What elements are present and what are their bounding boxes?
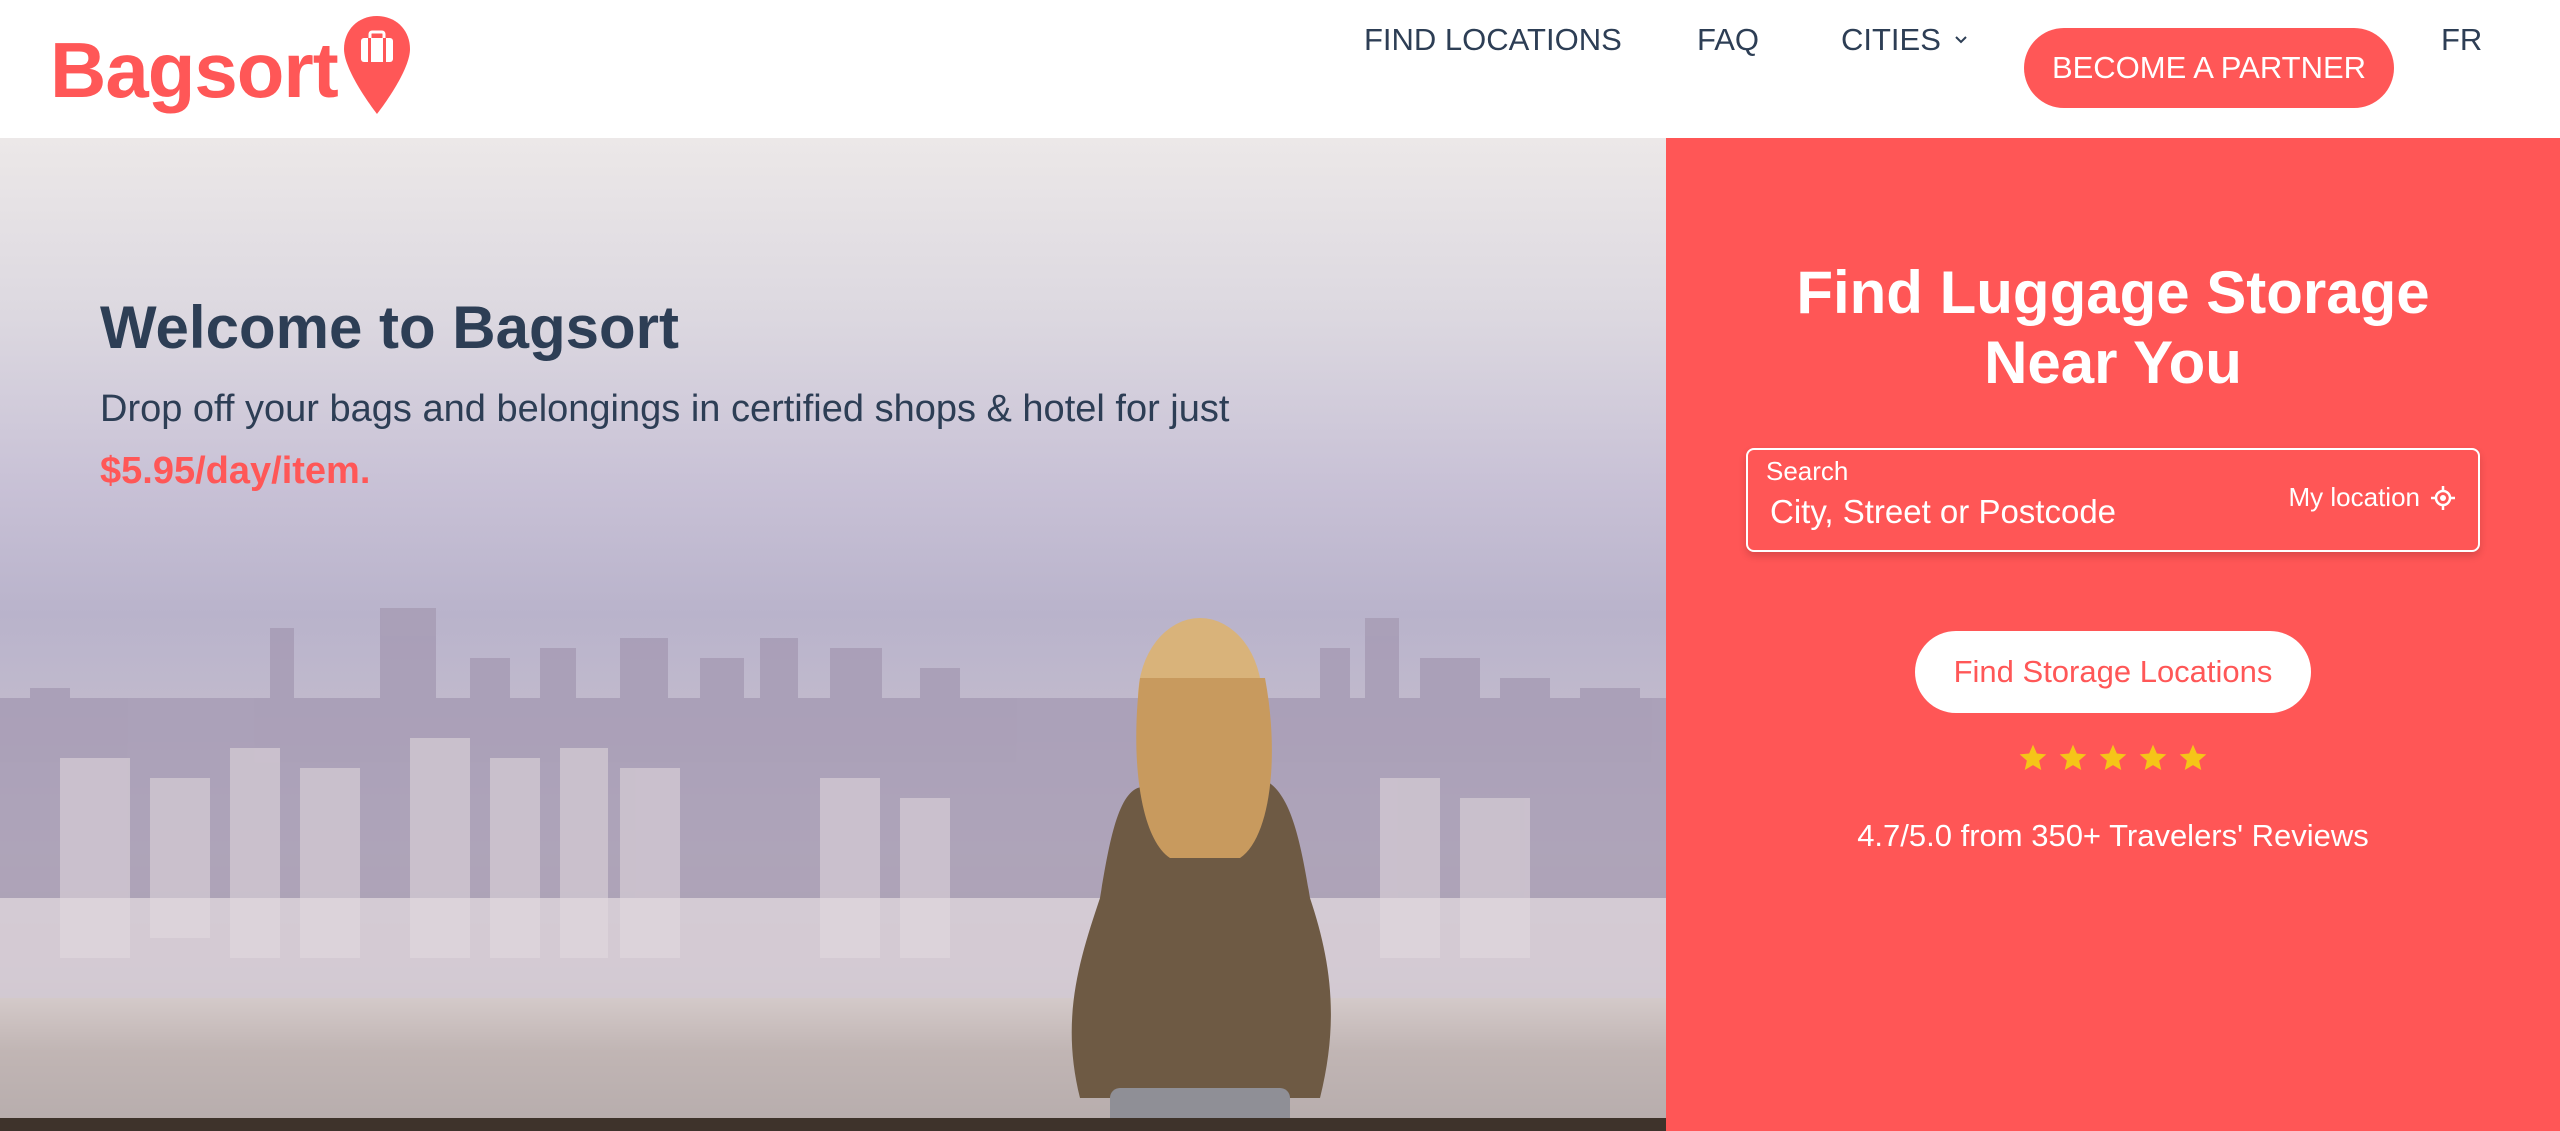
site-header: Bagsort FIND LOCATIONS FAQ CITIES BECOME… [0,0,2560,138]
star-icon [2059,744,2087,770]
search-panel-title: Find Luggage Storage Near You [1666,258,2560,398]
rating-text: 4.7/5.0 from 350+ Travelers' Reviews [1857,818,2369,853]
hero-subtitle: Drop off your bags and belongings in cer… [100,388,1230,430]
search-box[interactable]: Search My location [1746,448,2480,552]
hero-price: $5.95/day/item. [100,450,371,492]
find-storage-button[interactable]: Find Storage Locations [1915,631,2311,713]
brand-logo[interactable]: Bagsort [50,14,412,124]
nav-cities-dropdown[interactable]: CITIES [1841,20,1969,60]
person-figure [1071,618,1331,1128]
brand-name: Bagsort [50,26,339,114]
nav-find-locations[interactable]: FIND LOCATIONS [1364,20,1622,60]
rating-stars [1666,742,2560,774]
nav-faq[interactable]: FAQ [1697,20,1759,60]
language-switch[interactable]: FR [2441,20,2482,60]
nav-cities-label: CITIES [1841,22,1941,57]
search-input[interactable] [1770,488,2250,536]
star-icon [2019,744,2047,770]
hero-background-image [0,608,1666,1131]
crosshair-location-icon [2431,485,2455,510]
hero-title: Welcome to Bagsort [100,294,679,361]
star-icon [2099,744,2127,770]
my-location-button[interactable]: My location [2289,482,2457,513]
chevron-down-icon [1955,36,1967,44]
star-icon [2139,744,2167,770]
my-location-label: My location [2288,482,2421,512]
hero-section: Welcome to Bagsort Drop off your bags an… [0,138,1666,1131]
search-panel-title-line1: Find Luggage Storage [1796,259,2430,326]
become-partner-button[interactable]: BECOME A PARTNER [2024,28,2394,108]
star-icon [2179,744,2207,770]
search-panel: Find Luggage Storage Near You Search My … [1666,138,2560,1131]
luggage-pin-icon [343,16,410,114]
search-label: Search [1766,456,1849,486]
search-panel-title-line2: Near You [1984,329,2242,396]
